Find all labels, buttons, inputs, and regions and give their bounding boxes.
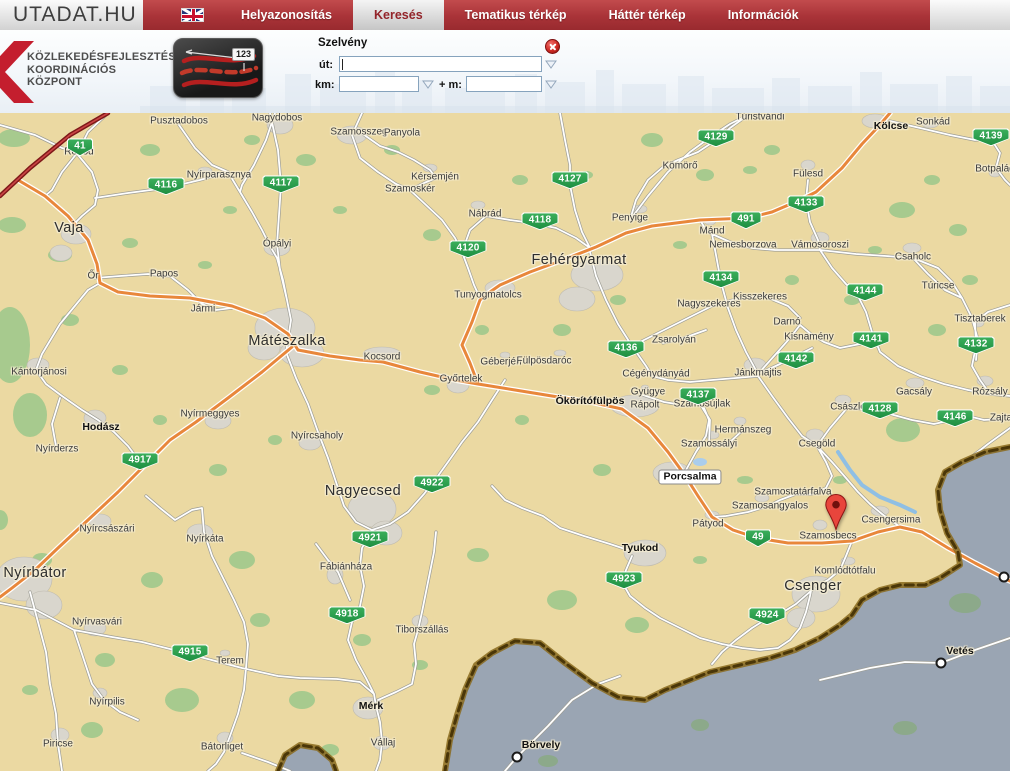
org-name: KÖZLEKEDÉSFEJLESZTÉSI KOORDINÁCIÓS KÖZPO…: [27, 51, 179, 89]
m-dropdown-icon[interactable]: [545, 80, 557, 89]
tab-informaciok[interactable]: Információk: [707, 0, 820, 30]
road-icon-badge: 123: [232, 48, 255, 61]
szelveny-title: Szelvény: [318, 37, 367, 49]
tab-kereses[interactable]: Keresés: [353, 0, 444, 30]
tab-hatter-terkep[interactable]: Háttér térkép: [588, 0, 707, 30]
map-viewport[interactable]: VajaMátészalkaFehérgyarmatNagyecsedNyírb…: [0, 113, 1010, 771]
tab-helyazonositas[interactable]: Helyazonosítás: [220, 0, 353, 30]
km-label: km:: [315, 79, 335, 91]
top-bar: UTADAT.HU Helyazonosítás Keresés Tematik…: [0, 0, 1010, 30]
org-name-line2: KOORDINÁCIÓS: [27, 64, 179, 77]
tab-tematikus-terkep[interactable]: Tematikus térkép: [444, 0, 588, 30]
brand-logo[interactable]: UTADAT.HU: [0, 0, 143, 30]
close-icon[interactable]: [545, 39, 560, 54]
km-dropdown-icon[interactable]: [422, 80, 434, 89]
org-name-line1: KÖZLEKEDÉSFEJLESZTÉSI: [27, 51, 179, 64]
main-nav: Helyazonosítás Keresés Tematikus térkép …: [143, 0, 930, 30]
ut-input[interactable]: [339, 56, 542, 72]
topbar-spacer: [930, 0, 1010, 30]
header-panel: KÖZLEKEDÉSFEJLESZTÉSI KOORDINÁCIÓS KÖZPO…: [0, 30, 1010, 113]
text-caret: [342, 59, 343, 70]
ut-label: út:: [319, 59, 333, 71]
m-label: + m:: [439, 79, 462, 91]
km-input[interactable]: [339, 76, 419, 92]
road-section-icon[interactable]: 123: [173, 38, 263, 98]
org-name-line3: KÖZPONT: [27, 76, 179, 89]
m-input[interactable]: [466, 76, 542, 92]
map-graphics: [0, 113, 1010, 771]
uk-flag-icon[interactable]: [181, 8, 204, 22]
ut-dropdown-icon[interactable]: [545, 60, 557, 69]
utadat-app: UTADAT.HU Helyazonosítás Keresés Tematik…: [0, 0, 1010, 771]
